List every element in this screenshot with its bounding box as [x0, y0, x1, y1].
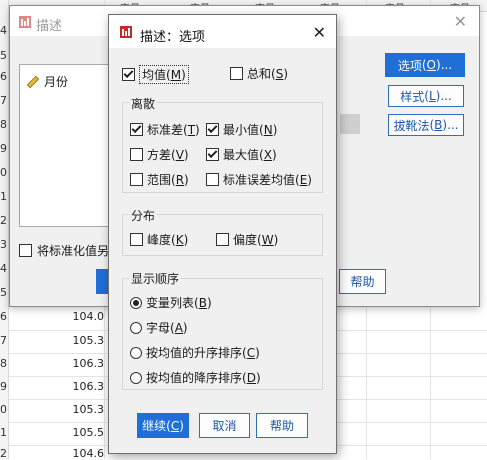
minimum-checkbox[interactable]: 最小值(N)	[206, 121, 277, 138]
std-dev-checkbox[interactable]: 标准差(T)	[130, 121, 200, 138]
radio-variable-list[interactable]: 变量列表(B)	[130, 294, 212, 311]
row-number[interactable]: 5	[0, 286, 9, 299]
radio-button[interactable]	[130, 321, 142, 334]
checkbox-label: 总和(S)	[247, 67, 289, 81]
radio-ascending-means[interactable]: 按均值的升序排序(C)	[130, 344, 260, 361]
dialog-title: 描述	[36, 19, 63, 34]
row-number[interactable]: 0	[0, 403, 9, 416]
spss-app-icon	[19, 16, 31, 28]
close-icon[interactable]: ✕	[454, 12, 467, 31]
row-number-column: 4 5 6 7 8 9 0 1 2 3 4 5 6 7 8 9 0 1 2	[0, 0, 9, 460]
row-number[interactable]: 9	[0, 380, 9, 393]
ruler-icon	[26, 75, 40, 88]
table-cell[interactable]: 104.6	[9, 447, 105, 460]
radio-button[interactable]	[130, 346, 142, 359]
row-number[interactable]: 3	[0, 238, 9, 251]
row-number[interactable]: 7	[0, 94, 9, 107]
table-cell[interactable]: 105.3	[9, 334, 105, 347]
maximum-checkbox[interactable]: 最大值(X)	[206, 146, 277, 163]
dialog-title: 描述：选项	[140, 30, 206, 45]
row-number[interactable]: 2	[0, 447, 9, 460]
checkbox[interactable]	[19, 244, 32, 257]
row-number[interactable]: 8	[0, 357, 9, 370]
row-number[interactable]: 8	[0, 118, 9, 131]
checkbox-label: 将标准化值另	[37, 244, 110, 258]
options-dialog: 描述：选项 ✕ 均值(M) 总和(S) 离散 标准差(T) 最小值(N) 方差(…	[108, 14, 337, 454]
row-number[interactable]: 6	[0, 70, 9, 83]
source-variable-list[interactable]: 月份	[19, 64, 115, 227]
cancel-button[interactable]: 取消	[199, 413, 250, 438]
group-title: 离散	[129, 95, 158, 112]
radio-descending-means[interactable]: 按均值的降序排序(D)	[130, 369, 261, 386]
bootstrap-button[interactable]: 拔靴法(B)...	[388, 114, 464, 136]
group-title: 分布	[129, 207, 158, 224]
radio-alphabetic[interactable]: 字母(A)	[130, 319, 188, 336]
row-number[interactable]: 2	[0, 214, 9, 227]
radio-button[interactable]	[130, 296, 142, 309]
help-button[interactable]: 帮助	[339, 269, 386, 294]
options-button[interactable]: 选项(O)...	[385, 53, 465, 77]
table-cell[interactable]: 106.3	[9, 357, 105, 370]
save-standardized-checkbox[interactable]: 将标准化值另	[19, 242, 109, 259]
checkbox[interactable]	[122, 68, 135, 81]
row-number[interactable]: 7	[0, 334, 9, 347]
sum-checkbox[interactable]: 总和(S)	[230, 65, 288, 82]
row-number[interactable]: 0	[0, 166, 9, 179]
table-cell[interactable]: 104.0	[9, 310, 105, 323]
row-number[interactable]: 1	[0, 190, 9, 203]
help-button[interactable]: 帮助	[256, 413, 308, 438]
radio-button[interactable]	[130, 371, 142, 384]
group-title: 显示顺序	[129, 270, 182, 287]
kurtosis-checkbox[interactable]: 峰度(K)	[130, 231, 188, 248]
se-mean-checkbox[interactable]: 标准误差均值(E)	[206, 171, 312, 188]
row-number[interactable]: 4	[0, 262, 9, 275]
style-button[interactable]: 样式(L)...	[388, 85, 464, 107]
range-checkbox[interactable]: 范围(R)	[130, 171, 189, 188]
checkbox[interactable]	[230, 67, 243, 80]
close-icon[interactable]: ✕	[313, 23, 326, 42]
variance-checkbox[interactable]: 方差(V)	[130, 146, 189, 163]
dialog-title-bar[interactable]: 描述：选项 ✕	[109, 15, 336, 48]
row-number[interactable]: 5	[0, 49, 9, 62]
move-arrow-button[interactable]	[340, 114, 360, 134]
list-item[interactable]: 月份	[26, 73, 68, 90]
checkbox-label: 均值(M)	[139, 65, 189, 84]
continue-button[interactable]: 继续(C)	[137, 413, 189, 438]
row-number[interactable]: 9	[0, 142, 9, 155]
table-cell[interactable]: 106.3	[9, 380, 105, 393]
row-number[interactable]: 6	[0, 310, 9, 323]
spss-app-icon	[120, 26, 132, 38]
row-number[interactable]: 1	[0, 426, 9, 439]
table-cell[interactable]: 105.5	[9, 426, 105, 439]
variable-label: 月份	[44, 75, 69, 89]
skewness-checkbox[interactable]: 偏度(W)	[216, 231, 278, 248]
row-number[interactable]: 4	[0, 24, 9, 37]
table-cell[interactable]: 105.3	[9, 403, 105, 416]
mean-checkbox[interactable]: 均值(M)	[122, 65, 189, 84]
